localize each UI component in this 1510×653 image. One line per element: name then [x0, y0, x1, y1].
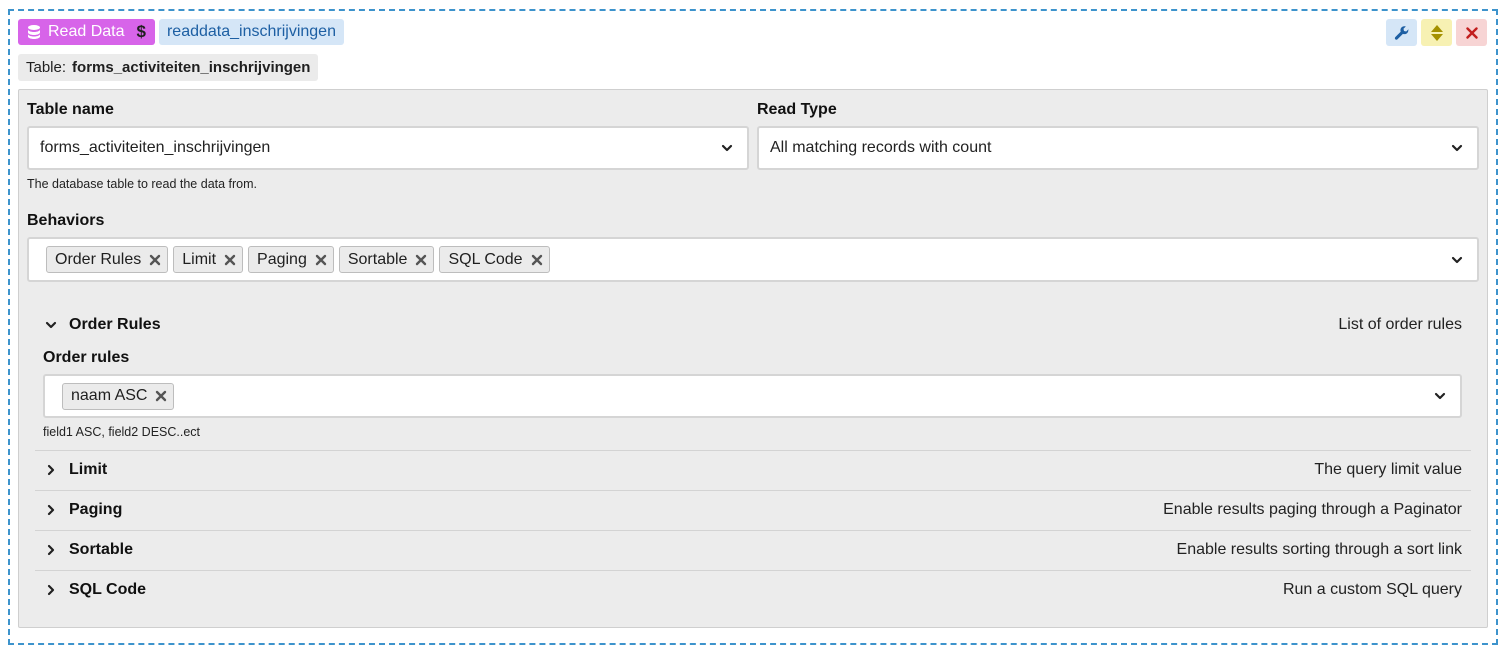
delete-button[interactable] — [1456, 19, 1487, 46]
order-rules-help: field1 ASC, field2 DESC..ect — [43, 425, 201, 439]
remove-icon[interactable] — [531, 254, 543, 266]
remove-icon[interactable] — [224, 254, 236, 266]
table-name-help: The database table to read the data from… — [27, 177, 258, 191]
section-description: Enable results paging through a Paginato… — [1163, 501, 1462, 518]
order-rule-chips: naam ASC — [62, 382, 175, 410]
read-data-label: Read Data — [48, 23, 125, 40]
section-description: The query limit value — [1314, 461, 1462, 478]
chip-label: Paging — [257, 250, 307, 268]
chip-label: SQL Code — [448, 250, 523, 268]
block-name-badge[interactable]: readdata_inschrijvingen — [158, 19, 344, 45]
settings-panel: Table name forms_activiteiten_inschrijvi… — [18, 89, 1488, 628]
chevron-right-icon — [47, 584, 55, 596]
chevron-down-icon — [1451, 144, 1463, 152]
order-rules-label: Order rules — [43, 349, 130, 366]
section-sql-code-header[interactable]: SQL Code Run a custom SQL query — [35, 570, 1471, 610]
chip-paging[interactable]: Paging — [248, 246, 334, 273]
section-limit-header[interactable]: Limit The query limit value — [35, 450, 1471, 490]
read-type-value: All matching records with count — [770, 139, 992, 156]
wrench-icon — [1394, 25, 1408, 40]
remove-icon[interactable] — [155, 390, 167, 402]
behaviors-label: Behaviors — [27, 212, 105, 229]
section-title: Order Rules — [69, 316, 161, 333]
block-header: Read Data $ readdata_inschrijvingen — [18, 19, 344, 45]
database-icon — [28, 25, 40, 39]
chip-naam-asc[interactable]: naam ASC — [62, 382, 175, 410]
remove-icon[interactable] — [149, 254, 161, 266]
close-icon — [1465, 26, 1478, 39]
section-title: Paging — [69, 501, 123, 518]
read-type-select[interactable]: All matching records with count — [757, 126, 1479, 170]
chip-order-rules[interactable]: Order Rules — [46, 246, 169, 273]
section-order-rules-header[interactable]: Order Rules List of order rules — [35, 305, 1471, 345]
header-actions — [1386, 19, 1487, 46]
chip-label: naam ASC — [71, 387, 148, 404]
order-rules-multiselect[interactable]: naam ASC — [43, 374, 1462, 418]
table-name-value: forms_activiteiten_inschrijvingen — [40, 139, 271, 156]
section-description: Run a custom SQL query — [1282, 581, 1462, 598]
chevron-down-icon — [45, 321, 57, 329]
behaviors-multiselect[interactable]: Order Rules Limit Paging Sortable SQL Co… — [27, 237, 1479, 282]
chevron-right-icon — [47, 464, 55, 476]
chip-label: Order Rules — [55, 250, 142, 268]
section-title: Sortable — [69, 541, 134, 558]
chevron-right-icon — [47, 504, 55, 516]
table-info-tag: Table: forms_activiteiten_inschrijvingen — [18, 54, 319, 81]
table-name-label: Table name — [27, 101, 114, 118]
dollar-icon: $ — [136, 22, 146, 41]
remove-icon[interactable] — [315, 254, 327, 266]
chevron-right-icon — [47, 544, 55, 556]
chevron-down-icon — [1451, 256, 1463, 263]
read-data-badge[interactable]: Read Data $ — [18, 19, 155, 45]
section-description: List of order rules — [1338, 316, 1462, 333]
read-type-label: Read Type — [757, 101, 837, 118]
chip-limit[interactable]: Limit — [173, 246, 244, 273]
section-description: Enable results sorting through a sort li… — [1176, 541, 1462, 558]
chip-label: Sortable — [347, 250, 408, 268]
chevron-down-icon — [721, 144, 733, 152]
section-title: Limit — [69, 461, 108, 478]
remove-icon[interactable] — [415, 254, 427, 266]
chevron-down-icon — [1434, 392, 1446, 400]
behavior-chips: Order Rules Limit Paging Sortable SQL Co… — [46, 246, 550, 273]
table-prefix: Table: — [26, 59, 67, 76]
sort-arrows-icon — [1430, 24, 1443, 41]
reorder-button[interactable] — [1421, 19, 1452, 46]
table-value: forms_activiteiten_inschrijvingen — [72, 59, 311, 76]
settings-button[interactable] — [1386, 19, 1417, 46]
chip-label: Limit — [182, 250, 217, 268]
chip-sortable[interactable]: Sortable — [338, 246, 435, 273]
section-paging-header[interactable]: Paging Enable results paging through a P… — [35, 490, 1471, 530]
section-title: SQL Code — [69, 581, 147, 598]
table-name-select[interactable]: forms_activiteiten_inschrijvingen — [27, 126, 749, 170]
chip-sql-code[interactable]: SQL Code — [439, 246, 550, 273]
section-sortable-header[interactable]: Sortable Enable results sorting through … — [35, 530, 1471, 570]
